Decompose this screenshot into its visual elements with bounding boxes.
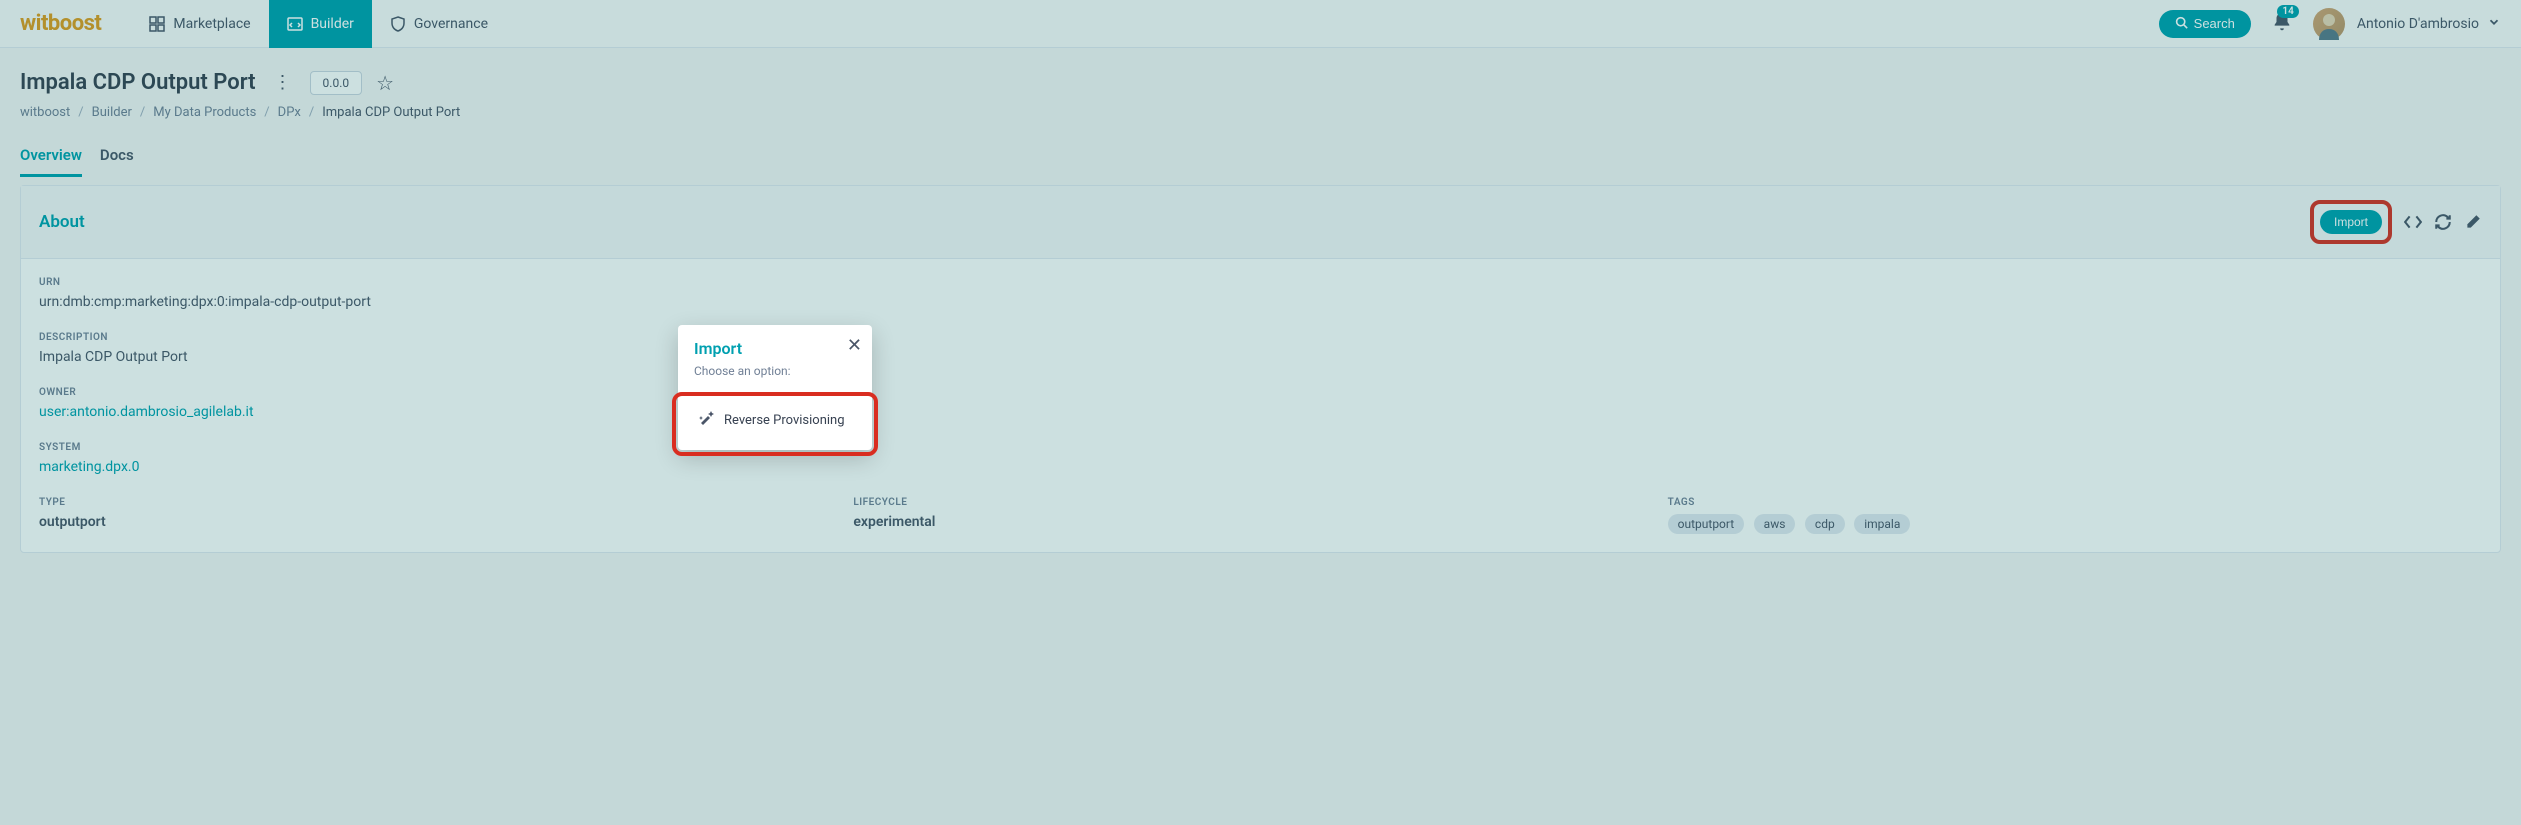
type-value: outputport bbox=[39, 514, 853, 530]
urn-label: URN bbox=[39, 277, 2482, 288]
system-label: SYSTEM bbox=[39, 442, 2482, 453]
modal-option-highlight: Reverse Provisioning bbox=[672, 392, 878, 456]
tabs: Overview Docs bbox=[20, 146, 2521, 177]
search-icon bbox=[2175, 16, 2188, 32]
search-button[interactable]: Search bbox=[2159, 10, 2251, 38]
tag-item[interactable]: cdp bbox=[1805, 514, 1845, 534]
breadcrumb: witboost / Builder / My Data Products / … bbox=[20, 105, 2501, 120]
version-badge: 0.0.0 bbox=[310, 71, 363, 95]
system-link[interactable]: marketing.dpx.0 bbox=[39, 459, 2482, 475]
nav-governance[interactable]: Governance bbox=[372, 0, 506, 48]
edit-icon[interactable] bbox=[2464, 213, 2482, 231]
description-value: Impala CDP Output Port bbox=[39, 349, 2482, 365]
page-title: Impala CDP Output Port bbox=[20, 70, 256, 95]
crumb-dpx[interactable]: DPx bbox=[278, 105, 301, 120]
urn-value: urn:dmb:cmp:marketing:dpx:0:impala-cdp-o… bbox=[39, 294, 2482, 310]
grid-icon bbox=[149, 16, 165, 32]
nav-builder[interactable]: Builder bbox=[269, 0, 372, 48]
type-label: TYPE bbox=[39, 497, 853, 508]
about-card-header: About Import bbox=[21, 186, 2500, 259]
crumb-builder[interactable]: Builder bbox=[92, 105, 132, 120]
kebab-menu-icon[interactable]: ⋮ bbox=[270, 68, 296, 97]
user-menu[interactable]: Antonio D'ambrosio bbox=[2357, 16, 2479, 32]
import-modal: ✕ Import Choose an option: Reverse Provi… bbox=[678, 325, 872, 450]
tags-label: TAGS bbox=[1668, 497, 2482, 508]
about-title: About bbox=[39, 212, 85, 232]
notifications-button[interactable]: 14 bbox=[2271, 11, 2293, 37]
shield-icon bbox=[390, 16, 406, 32]
about-card: About Import URN urn:dmb:cmp:marketing:d… bbox=[20, 185, 2501, 553]
chevron-down-icon[interactable] bbox=[2487, 15, 2501, 33]
bell-icon bbox=[2271, 21, 2293, 37]
lifecycle-label: LIFECYCLE bbox=[853, 497, 1667, 508]
search-label: Search bbox=[2194, 16, 2235, 31]
modal-title: Import bbox=[694, 339, 856, 358]
owner-label: OWNER bbox=[39, 387, 2482, 398]
brand-logo: witboost bbox=[20, 11, 101, 36]
nav-marketplace[interactable]: Marketplace bbox=[131, 0, 268, 48]
notification-count-badge: 14 bbox=[2277, 5, 2298, 18]
nav-builder-label: Builder bbox=[311, 16, 354, 32]
import-button-highlight: Import bbox=[2310, 200, 2392, 244]
page-header: Impala CDP Output Port ⋮ 0.0.0 ☆ witboos… bbox=[0, 48, 2521, 128]
lifecycle-value: experimental bbox=[853, 514, 1667, 530]
reverse-provisioning-option[interactable]: Reverse Provisioning bbox=[694, 402, 856, 438]
crumb-root[interactable]: witboost bbox=[20, 105, 70, 120]
crumb-current: Impala CDP Output Port bbox=[322, 105, 460, 120]
modal-subtitle: Choose an option: bbox=[694, 364, 856, 378]
nav-governance-label: Governance bbox=[414, 16, 488, 32]
refresh-icon[interactable] bbox=[2434, 213, 2452, 231]
tab-overview[interactable]: Overview bbox=[20, 146, 82, 177]
star-icon[interactable]: ☆ bbox=[376, 71, 394, 95]
code-icon bbox=[287, 16, 303, 32]
tags-container: outputport aws cdp impala bbox=[1668, 514, 2482, 534]
tag-item[interactable]: impala bbox=[1854, 514, 1910, 534]
crumb-my-data-products[interactable]: My Data Products bbox=[153, 105, 256, 120]
code-brackets-icon[interactable] bbox=[2404, 213, 2422, 231]
import-button[interactable]: Import bbox=[2320, 210, 2382, 234]
tag-item[interactable]: outputport bbox=[1668, 514, 1745, 534]
nav-marketplace-label: Marketplace bbox=[173, 16, 250, 32]
top-navbar: witboost Marketplace Builder Governance … bbox=[0, 0, 2521, 48]
tab-docs[interactable]: Docs bbox=[100, 146, 134, 177]
avatar[interactable] bbox=[2313, 8, 2345, 40]
magic-wand-icon bbox=[698, 410, 714, 430]
description-label: DESCRIPTION bbox=[39, 332, 2482, 343]
close-icon[interactable]: ✕ bbox=[847, 335, 862, 356]
modal-option-label: Reverse Provisioning bbox=[724, 413, 845, 428]
tag-item[interactable]: aws bbox=[1754, 514, 1796, 534]
owner-link[interactable]: user:antonio.dambrosio_agilelab.it bbox=[39, 404, 2482, 420]
